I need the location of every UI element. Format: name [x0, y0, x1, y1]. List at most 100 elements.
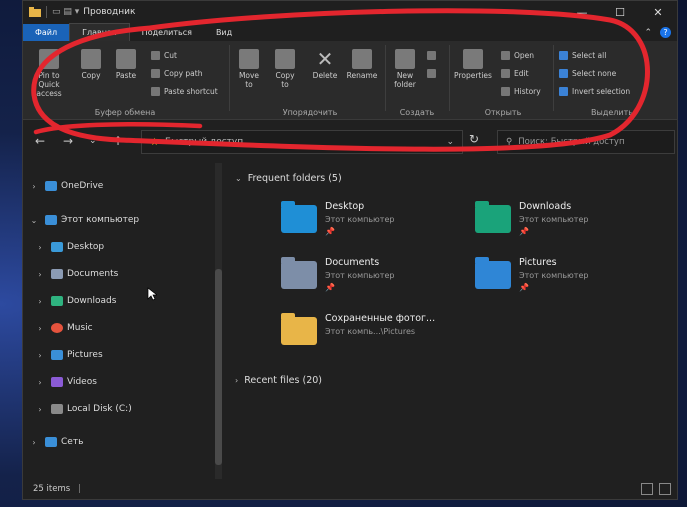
- pin-to-quick-access-button[interactable]: Pin to Quick access: [27, 49, 71, 98]
- navigation-pane: › OneDrive ⌄ Этот компьютер › Desktop › …: [23, 161, 219, 481]
- new-item-button[interactable]: [427, 51, 436, 60]
- paste-button[interactable]: Paste: [111, 49, 141, 80]
- folder-name: Сохраненные фотог...: [325, 313, 436, 324]
- sidebar-item-this-pc[interactable]: ⌄ Этот компьютер: [29, 211, 139, 229]
- quick-access-toolbar-icon[interactable]: ▭ ▤ ▾: [52, 7, 79, 17]
- folder-tile-desktop[interactable]: Desktop Этот компьютер 📌: [281, 201, 451, 243]
- cut-label: Cut: [164, 51, 177, 60]
- sidebar-item-desktop[interactable]: › Desktop: [35, 238, 104, 256]
- pin-label: Pin to Quick access: [36, 71, 62, 98]
- sidebar-item-documents[interactable]: › Documents: [35, 265, 118, 283]
- refresh-icon[interactable]: ↻: [469, 132, 479, 146]
- tab-file[interactable]: Файл: [23, 24, 70, 41]
- tab-home[interactable]: Главная: [69, 23, 130, 41]
- folder-tile-saved-photos[interactable]: Сохраненные фотог... Этот компь...\Pictu…: [281, 313, 471, 355]
- open-button[interactable]: Open: [501, 51, 534, 60]
- sidebar-item-downloads[interactable]: › Downloads: [35, 292, 116, 310]
- collapse-chevron-icon[interactable]: ⌄: [235, 174, 242, 183]
- minimize-button[interactable]: —: [563, 1, 601, 23]
- move-to-button[interactable]: Move to: [235, 49, 263, 89]
- status-separator: |: [78, 484, 82, 494]
- sidebar-item-pictures[interactable]: › Pictures: [35, 346, 103, 364]
- new-group-label: Создать: [399, 108, 435, 117]
- up-arrow-icon[interactable]: ↑: [113, 134, 123, 148]
- select-none-button[interactable]: Select none: [559, 69, 616, 78]
- open-group-label: Открыть: [484, 108, 522, 117]
- address-dropdown-icon[interactable]: ⌄: [446, 137, 454, 147]
- expand-chevron-icon[interactable]: ›: [35, 405, 45, 414]
- ribbon-separator: [229, 45, 230, 111]
- address-bar[interactable]: ★ Быстрый доступ ⌄: [141, 130, 463, 154]
- desktop-folder-icon: [51, 242, 63, 252]
- new-folder-button[interactable]: New folder: [389, 49, 421, 89]
- documents-folder-icon: [281, 257, 317, 289]
- select-none-icon: [559, 69, 568, 78]
- easy-access-button[interactable]: [427, 69, 436, 78]
- folder-location: Этот компь...\Pictures: [325, 327, 416, 336]
- title-separator: [46, 6, 47, 18]
- history-button[interactable]: History: [501, 87, 541, 96]
- close-button[interactable]: ✕: [639, 1, 677, 23]
- copy-to-button[interactable]: Copy to: [271, 49, 299, 89]
- delete-x-icon: ✕: [316, 47, 334, 71]
- expand-chevron-icon[interactable]: ›: [35, 324, 45, 333]
- search-input[interactable]: ⚲ Поиск: Быстрый доступ: [497, 130, 675, 154]
- folder-tile-downloads[interactable]: Downloads Этот компьютер 📌: [475, 201, 645, 243]
- frequent-folders-header[interactable]: ⌄ Frequent folders (5): [235, 173, 342, 184]
- expand-chevron-icon[interactable]: ›: [29, 182, 39, 191]
- sidebar-item-local-disk[interactable]: › Local Disk (C:): [35, 400, 132, 418]
- downloads-folder-icon: [475, 201, 511, 233]
- sidebar-item-label: OneDrive: [61, 181, 104, 191]
- sidebar-item-onedrive[interactable]: › OneDrive: [29, 177, 103, 195]
- folder-name: Desktop: [325, 201, 365, 212]
- properties-button[interactable]: Properties: [453, 49, 493, 80]
- sidebar-item-label: Local Disk (C:): [67, 404, 132, 414]
- sidebar-item-network[interactable]: › Сеть: [29, 433, 83, 451]
- large-icons-view-icon[interactable]: [659, 483, 671, 495]
- star-icon: ★: [150, 136, 159, 148]
- new-group: New folder Создать: [389, 43, 445, 119]
- recent-files-header[interactable]: › Recent files (20): [235, 375, 322, 386]
- select-all-button[interactable]: Select all: [559, 51, 606, 60]
- paste-label: Paste: [115, 71, 137, 80]
- paste-shortcut-button[interactable]: Paste shortcut: [151, 87, 218, 96]
- tab-share[interactable]: Поделиться: [130, 24, 204, 41]
- details-view-icon[interactable]: [641, 483, 653, 495]
- sidebar-item-videos[interactable]: › Videos: [35, 373, 97, 391]
- download-arrow-icon: [51, 296, 63, 306]
- expand-chevron-icon[interactable]: ›: [35, 351, 45, 360]
- cut-button[interactable]: Cut: [151, 51, 177, 60]
- folder-tile-documents[interactable]: Documents Этот компьютер 📌: [281, 257, 451, 299]
- folder-tile-pictures[interactable]: Pictures Этот компьютер 📌: [475, 257, 645, 299]
- maximize-button[interactable]: ☐: [601, 1, 639, 23]
- navigation-bar: ← → ⌄ ↑ ★ Быстрый доступ ⌄ ↻ ⚲ Поиск: Бы…: [23, 126, 677, 156]
- folder-icon: [281, 201, 317, 233]
- back-arrow-icon[interactable]: ←: [35, 134, 45, 148]
- edit-button[interactable]: Edit: [501, 69, 529, 78]
- expand-chevron-icon[interactable]: ›: [29, 438, 39, 447]
- expand-chevron-icon[interactable]: ›: [35, 297, 45, 306]
- edit-label: Edit: [514, 69, 529, 78]
- collapse-ribbon-icon[interactable]: ⌃: [644, 28, 652, 38]
- forward-arrow-icon[interactable]: →: [63, 134, 73, 148]
- select-group-label: Выделить: [591, 108, 633, 117]
- expand-chevron-icon[interactable]: ›: [235, 376, 238, 385]
- rename-button[interactable]: Rename: [345, 49, 379, 80]
- expand-chevron-icon[interactable]: ›: [35, 378, 45, 387]
- expand-chevron-icon[interactable]: ›: [35, 243, 45, 252]
- copy-button[interactable]: Copy: [77, 49, 105, 80]
- delete-button[interactable]: ✕ Delete: [311, 49, 339, 80]
- tab-view[interactable]: Вид: [204, 24, 244, 41]
- collapse-chevron-icon[interactable]: ⌄: [29, 216, 39, 225]
- help-icon[interactable]: ?: [660, 27, 671, 38]
- recent-locations-chevron-icon[interactable]: ⌄: [89, 136, 97, 146]
- invert-selection-button[interactable]: Invert selection: [559, 87, 630, 96]
- select-none-label: Select none: [572, 69, 617, 78]
- copy-label: Copy: [81, 71, 101, 80]
- sidebar-item-music[interactable]: › Music: [35, 319, 93, 337]
- scrollbar-thumb[interactable]: [215, 269, 222, 465]
- copy-path-button[interactable]: Copy path: [151, 69, 202, 78]
- expand-chevron-icon[interactable]: ›: [35, 270, 45, 279]
- folder-location: Этот компьютер: [519, 215, 589, 224]
- copy-path-icon: [151, 69, 160, 78]
